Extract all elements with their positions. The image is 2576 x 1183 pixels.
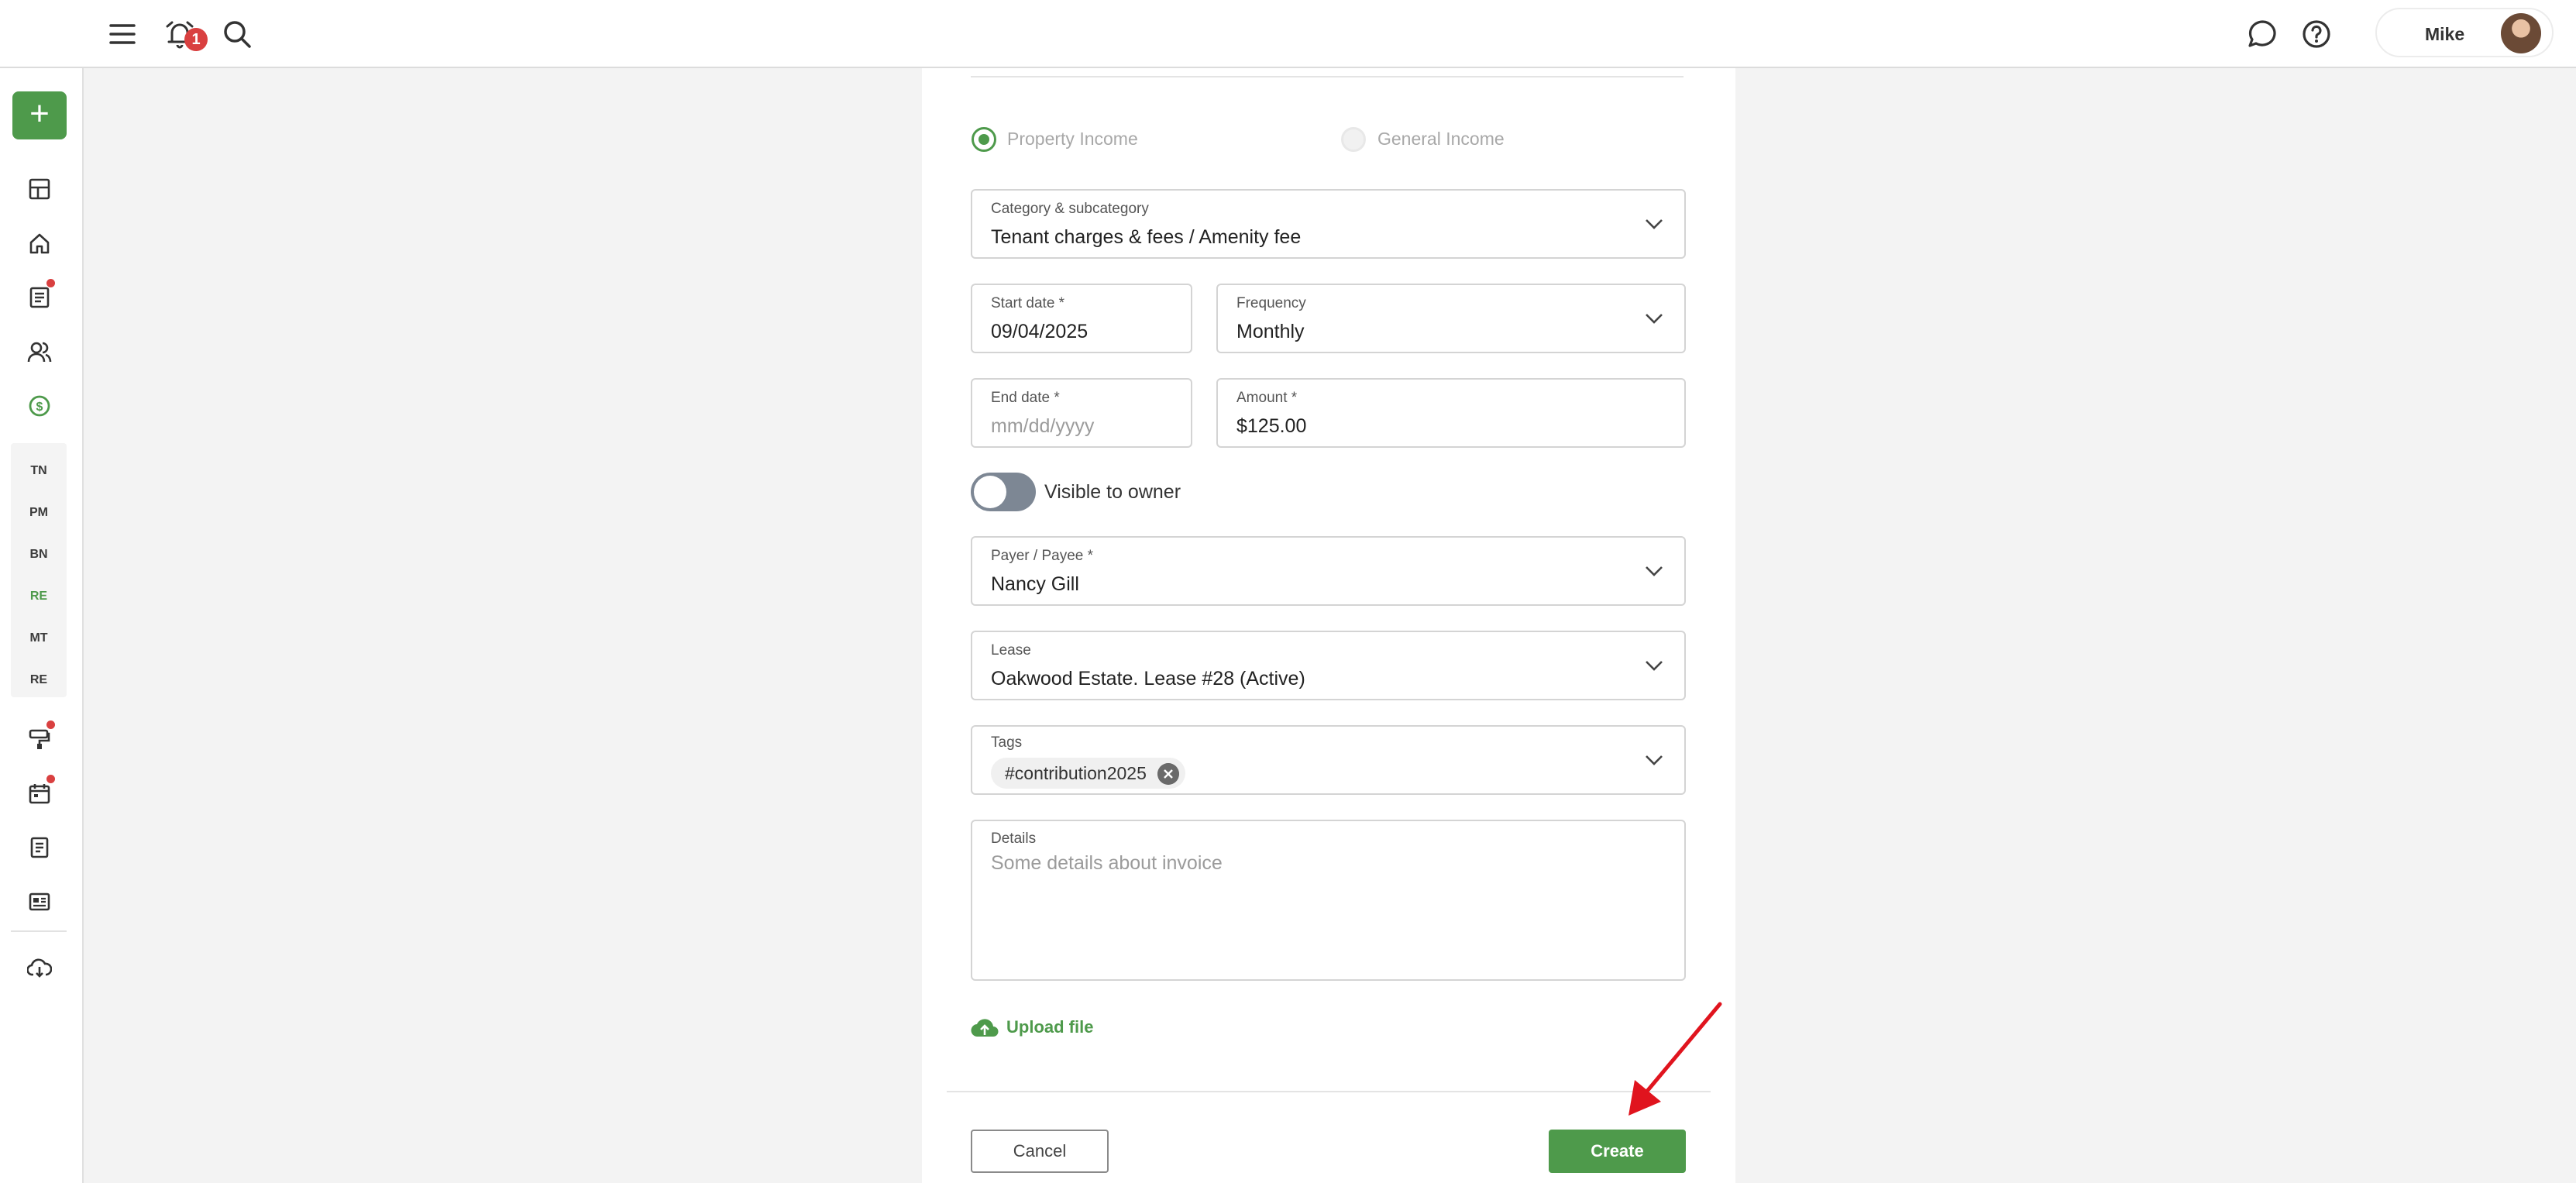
annotation-arrow-icon <box>1628 1002 1722 1116</box>
chevron-down-icon <box>1646 219 1663 229</box>
dollar-icon[interactable]: $ <box>24 390 55 421</box>
sidebar-group-list: TN PM BN RE MT RE <box>11 443 67 697</box>
sidebar-item-pm[interactable]: PM <box>11 506 67 520</box>
help-icon[interactable] <box>2296 14 2337 54</box>
field-label: Payer / Payee * <box>991 548 1094 564</box>
radio-property-income[interactable] <box>972 127 996 152</box>
toggle-knob <box>974 476 1006 508</box>
cancel-button[interactable]: Cancel <box>971 1130 1109 1173</box>
field-label: End date * <box>991 390 1060 406</box>
radio-general-income[interactable] <box>1341 127 1366 152</box>
user-menu[interactable]: Mike <box>2375 8 2554 57</box>
home-icon[interactable] <box>24 228 55 259</box>
add-button[interactable]: + <box>12 91 67 139</box>
listing-icon[interactable] <box>24 886 55 917</box>
people-icon[interactable] <box>24 336 55 367</box>
sidebar-item-bn[interactable]: BN <box>11 548 67 562</box>
field-label: Details <box>991 831 1037 847</box>
frequency-value: Monthly <box>1236 321 1305 342</box>
field-label: Tags <box>991 734 1023 751</box>
end-date-placeholder: mm/dd/yyyy <box>991 415 1095 437</box>
tag-label: #contribution2025 <box>1005 763 1147 783</box>
lease-select[interactable]: Lease Oakwood Estate. Lease #28 (Active) <box>971 631 1686 700</box>
frequency-select[interactable]: Frequency Monthly <box>1216 284 1686 353</box>
sidebar-item-mt[interactable]: MT <box>11 631 67 645</box>
radio-label-property-income: Property Income <box>1007 129 1138 149</box>
chevron-down-icon <box>1646 314 1663 324</box>
tags-select[interactable]: Tags #contribution2025 <box>971 725 1686 795</box>
category-select[interactable]: Category & subcategory Tenant charges & … <box>971 189 1686 259</box>
end-date-field[interactable]: End date * mm/dd/yyyy <box>971 378 1192 448</box>
notification-dot <box>46 279 55 287</box>
notification-bell-icon[interactable]: 1 <box>160 14 208 54</box>
chevron-down-icon <box>1646 755 1663 765</box>
details-textarea[interactable]: Details Some details about invoice <box>971 820 1686 981</box>
start-date-field[interactable]: Start date * 09/04/2025 <box>971 284 1192 353</box>
calendar-icon[interactable] <box>24 775 55 809</box>
divider <box>971 76 1684 77</box>
sidebar-item-tn[interactable]: TN <box>11 464 67 478</box>
download-icon[interactable] <box>24 953 55 984</box>
upload-file-button[interactable]: Upload file <box>971 1015 1093 1040</box>
sidebar-divider <box>11 930 67 932</box>
report-icon[interactable] <box>24 832 55 863</box>
sidebar-item-re-active[interactable]: RE <box>11 590 67 604</box>
payer-select[interactable]: Payer / Payee * Nancy Gill <box>971 536 1686 606</box>
upload-cloud-icon <box>971 1019 999 1037</box>
tag-chip: #contribution2025 <box>991 758 1185 789</box>
field-label: Start date * <box>991 295 1065 311</box>
create-button[interactable]: Create <box>1549 1130 1686 1173</box>
visible-to-owner-label: Visible to owner <box>1044 481 1181 503</box>
payer-value: Nancy Gill <box>991 573 1079 595</box>
chevron-down-icon <box>1646 566 1663 576</box>
field-label: Lease <box>991 642 1031 659</box>
notification-dot <box>46 775 55 783</box>
category-value: Tenant charges & fees / Amenity fee <box>991 226 1302 248</box>
svg-text:$: $ <box>36 401 43 414</box>
amount-value: $125.00 <box>1236 415 1307 437</box>
visible-to-owner-toggle[interactable] <box>971 473 1036 511</box>
dashboard-icon[interactable] <box>24 174 55 205</box>
amount-field[interactable]: Amount * $125.00 <box>1216 378 1686 448</box>
notification-dot <box>46 720 55 729</box>
document-icon[interactable] <box>24 279 55 313</box>
details-placeholder: Some details about invoice <box>991 852 1223 874</box>
sidebar: + $ TN PM BN RE MT RE <box>0 68 84 1183</box>
recurring-income-form: Property Income General Income Category … <box>922 68 1735 1183</box>
maintenance-icon[interactable] <box>24 720 55 755</box>
remove-tag-icon[interactable] <box>1157 763 1179 785</box>
user-name: Mike <box>2425 24 2465 44</box>
radio-label-general-income: General Income <box>1377 129 1505 149</box>
notification-badge: 1 <box>184 28 208 51</box>
chevron-down-icon <box>1646 661 1663 671</box>
upload-file-label: Upload file <box>1006 1017 1094 1037</box>
lease-value: Oakwood Estate. Lease #28 (Active) <box>991 668 1305 690</box>
start-date-value: 09/04/2025 <box>991 321 1089 342</box>
top-bar: 1 Mike <box>0 0 2576 68</box>
field-label: Amount * <box>1236 390 1298 406</box>
search-icon[interactable] <box>217 14 257 54</box>
menu-icon[interactable] <box>102 14 143 54</box>
divider <box>947 1091 1711 1092</box>
field-label: Frequency <box>1236 295 1306 311</box>
chat-icon[interactable] <box>2242 14 2282 54</box>
avatar <box>2501 13 2541 53</box>
field-label: Category & subcategory <box>991 201 1149 217</box>
sidebar-item-re[interactable]: RE <box>11 673 67 687</box>
